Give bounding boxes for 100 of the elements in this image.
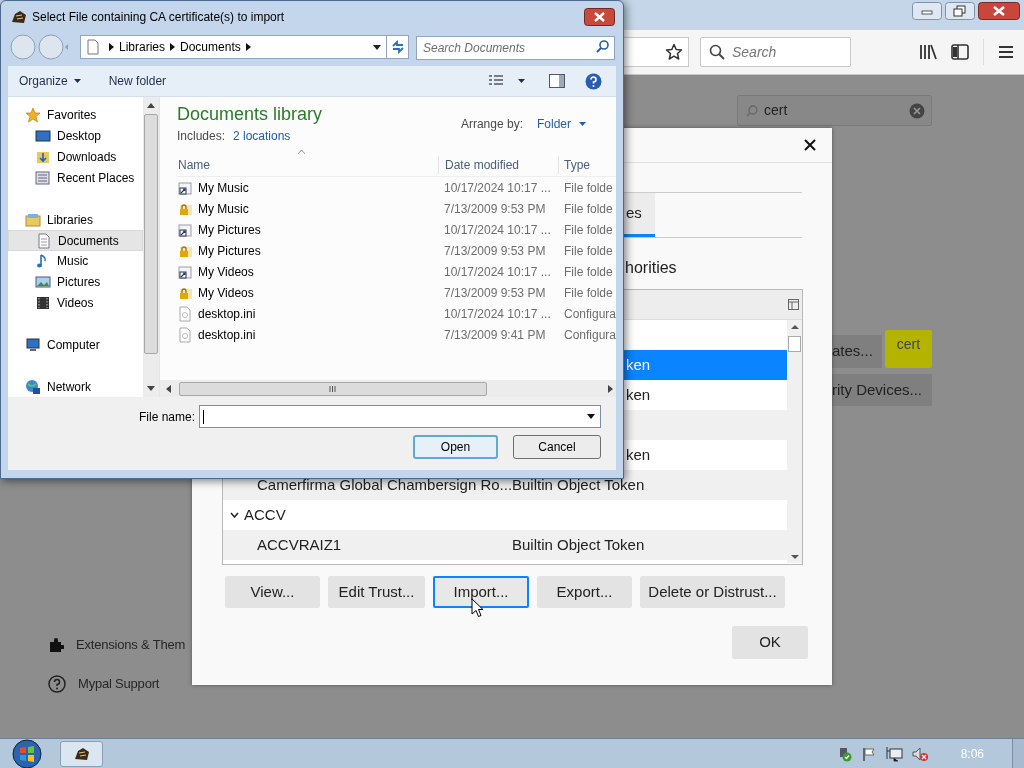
caret-icon[interactable] — [518, 79, 525, 83]
close-icon[interactable] — [584, 7, 615, 26]
arrow-icon[interactable] — [109, 43, 114, 51]
breadcrumb-item[interactable]: Documents — [180, 38, 241, 56]
search-field[interactable]: Search Documents — [416, 36, 615, 60]
restore-icon[interactable] — [945, 2, 975, 20]
app-icon — [11, 9, 27, 24]
refresh-icon[interactable] — [390, 40, 405, 54]
navigation-item[interactable]: Downloads — [8, 146, 143, 168]
table-cell-text: ACCV — [244, 504, 286, 525]
support-link[interactable]: Mypal Support — [78, 674, 160, 694]
shortcut-folder-icon — [176, 263, 193, 280]
sidebar-icon[interactable] — [951, 44, 969, 60]
globe-icon — [25, 378, 41, 395]
speaker-muted-icon[interactable] — [910, 745, 929, 762]
tab[interactable]: es — [623, 193, 655, 237]
navigation-item[interactable]: Libraries — [8, 209, 143, 231]
scroll-thumb[interactable] — [788, 336, 801, 352]
extensions-link[interactable]: Extensions & Them — [76, 635, 186, 655]
network-icon[interactable] — [884, 745, 903, 762]
navigation-item[interactable]: Recent Places — [8, 167, 143, 189]
column-header[interactable]: Name — [176, 155, 438, 174]
scroll-up-icon[interactable] — [790, 324, 799, 330]
scroll-thumb[interactable] — [178, 381, 487, 396]
close-icon[interactable] — [804, 139, 816, 151]
dropdown-icon[interactable] — [373, 44, 381, 50]
table-cell-text: File folde — [562, 200, 613, 218]
table-cell-text: 7/13/2009 9:53 PM — [442, 284, 547, 302]
search-field[interactable]: Search — [700, 37, 851, 67]
dialog-button[interactable]: View... — [225, 576, 320, 608]
scroll-down-icon[interactable] — [146, 386, 155, 391]
file-name[interactable]: My Videos — [197, 262, 254, 281]
scroll-down-icon[interactable] — [790, 554, 799, 560]
navigation-item[interactable]: Computer — [8, 334, 143, 356]
dialog-button[interactable]: Import... — [433, 576, 529, 608]
dialog-button[interactable]: Delete or Distrust... — [640, 576, 785, 608]
navigation-item[interactable]: Music — [8, 251, 143, 272]
column-header[interactable]: Type — [557, 155, 616, 174]
organize-menu[interactable]: Organize — [19, 72, 81, 90]
navigation-item[interactable]: Desktop — [8, 125, 143, 147]
arrow-icon[interactable] — [245, 43, 251, 51]
arrange-label: Arrange by: — [460, 116, 523, 133]
search-field[interactable]: cert — [737, 95, 932, 126]
file-name[interactable]: My Pictures — [197, 241, 261, 260]
locations-link[interactable]: 2 locations — [233, 127, 291, 145]
new-folder-button[interactable]: New folder — [108, 72, 167, 90]
minimize-icon[interactable] — [912, 2, 942, 20]
ok-button[interactable]: OK — [732, 626, 808, 659]
open-button[interactable]: Open — [413, 435, 498, 459]
arrow-icon[interactable] — [170, 43, 176, 51]
certificates-button[interactable]: ates... — [832, 335, 882, 368]
view-list-icon[interactable] — [488, 75, 504, 87]
library-icon[interactable] — [919, 43, 937, 61]
scroll-thumb[interactable] — [143, 114, 158, 354]
arrange-dropdown[interactable]: Folder — [537, 115, 586, 133]
address-bar[interactable]: Libraries Documents — [80, 35, 409, 59]
mouse-cursor-icon — [471, 598, 484, 618]
scrollbar[interactable] — [159, 380, 616, 397]
navigation-item[interactable]: Network — [8, 376, 143, 398]
file-name[interactable]: My Pictures — [197, 220, 261, 239]
scroll-up-icon[interactable] — [146, 103, 155, 108]
chevron-icon[interactable] — [230, 512, 239, 518]
table-cell-text: Configura — [562, 326, 616, 344]
window-title: Select File containing CA certificate(s) to import — [32, 8, 286, 26]
file-name[interactable]: desktop.ini — [197, 304, 256, 323]
help-icon[interactable] — [585, 72, 602, 90]
search-icon — [709, 44, 725, 60]
table-row[interactable]: ACCVRAIZ1 Builtin Object Token — [223, 530, 787, 560]
scrollbar[interactable] — [142, 97, 159, 397]
close-icon[interactable] — [978, 2, 1020, 20]
preview-pane-icon[interactable] — [549, 74, 565, 88]
start-button-icon[interactable] — [10, 738, 44, 768]
breadcrumb-item[interactable]: Libraries — [119, 38, 166, 56]
scroll-left-icon[interactable] — [165, 384, 171, 393]
scrollbar[interactable] — [787, 320, 802, 563]
clear-icon[interactable] — [909, 102, 925, 119]
file-name-field[interactable] — [199, 405, 601, 428]
navigation-item[interactable]: Favorites — [8, 105, 143, 126]
file-name[interactable]: My Videos — [197, 283, 254, 302]
document-icon — [86, 39, 100, 55]
address-bar[interactable] — [623, 37, 689, 67]
taskbar-button[interactable] — [60, 740, 103, 767]
navigation-item[interactable]: Pictures — [8, 271, 143, 293]
column-header[interactable]: Date modified — [437, 155, 558, 174]
flag-icon[interactable] — [860, 745, 877, 762]
navigation-item[interactable]: Videos — [8, 292, 143, 314]
cancel-button[interactable]: Cancel — [513, 435, 601, 459]
scroll-right-icon[interactable] — [608, 384, 613, 393]
column-picker-icon[interactable] — [788, 298, 800, 311]
file-name[interactable]: My Music — [197, 199, 249, 218]
file-name[interactable]: My Music — [197, 178, 249, 197]
file-name[interactable]: desktop.ini — [197, 325, 256, 344]
dropdown-icon[interactable] — [587, 414, 595, 419]
menu-icon[interactable] — [998, 45, 1014, 59]
navigation-item[interactable]: Documents — [8, 230, 143, 252]
bookmark-star-icon[interactable] — [665, 43, 683, 61]
dialog-button[interactable]: Edit Trust... — [328, 576, 425, 608]
search-icon[interactable] — [596, 40, 609, 53]
security-devices-button[interactable]: rity Devices... — [832, 374, 932, 406]
dialog-button[interactable]: Export... — [537, 576, 632, 608]
